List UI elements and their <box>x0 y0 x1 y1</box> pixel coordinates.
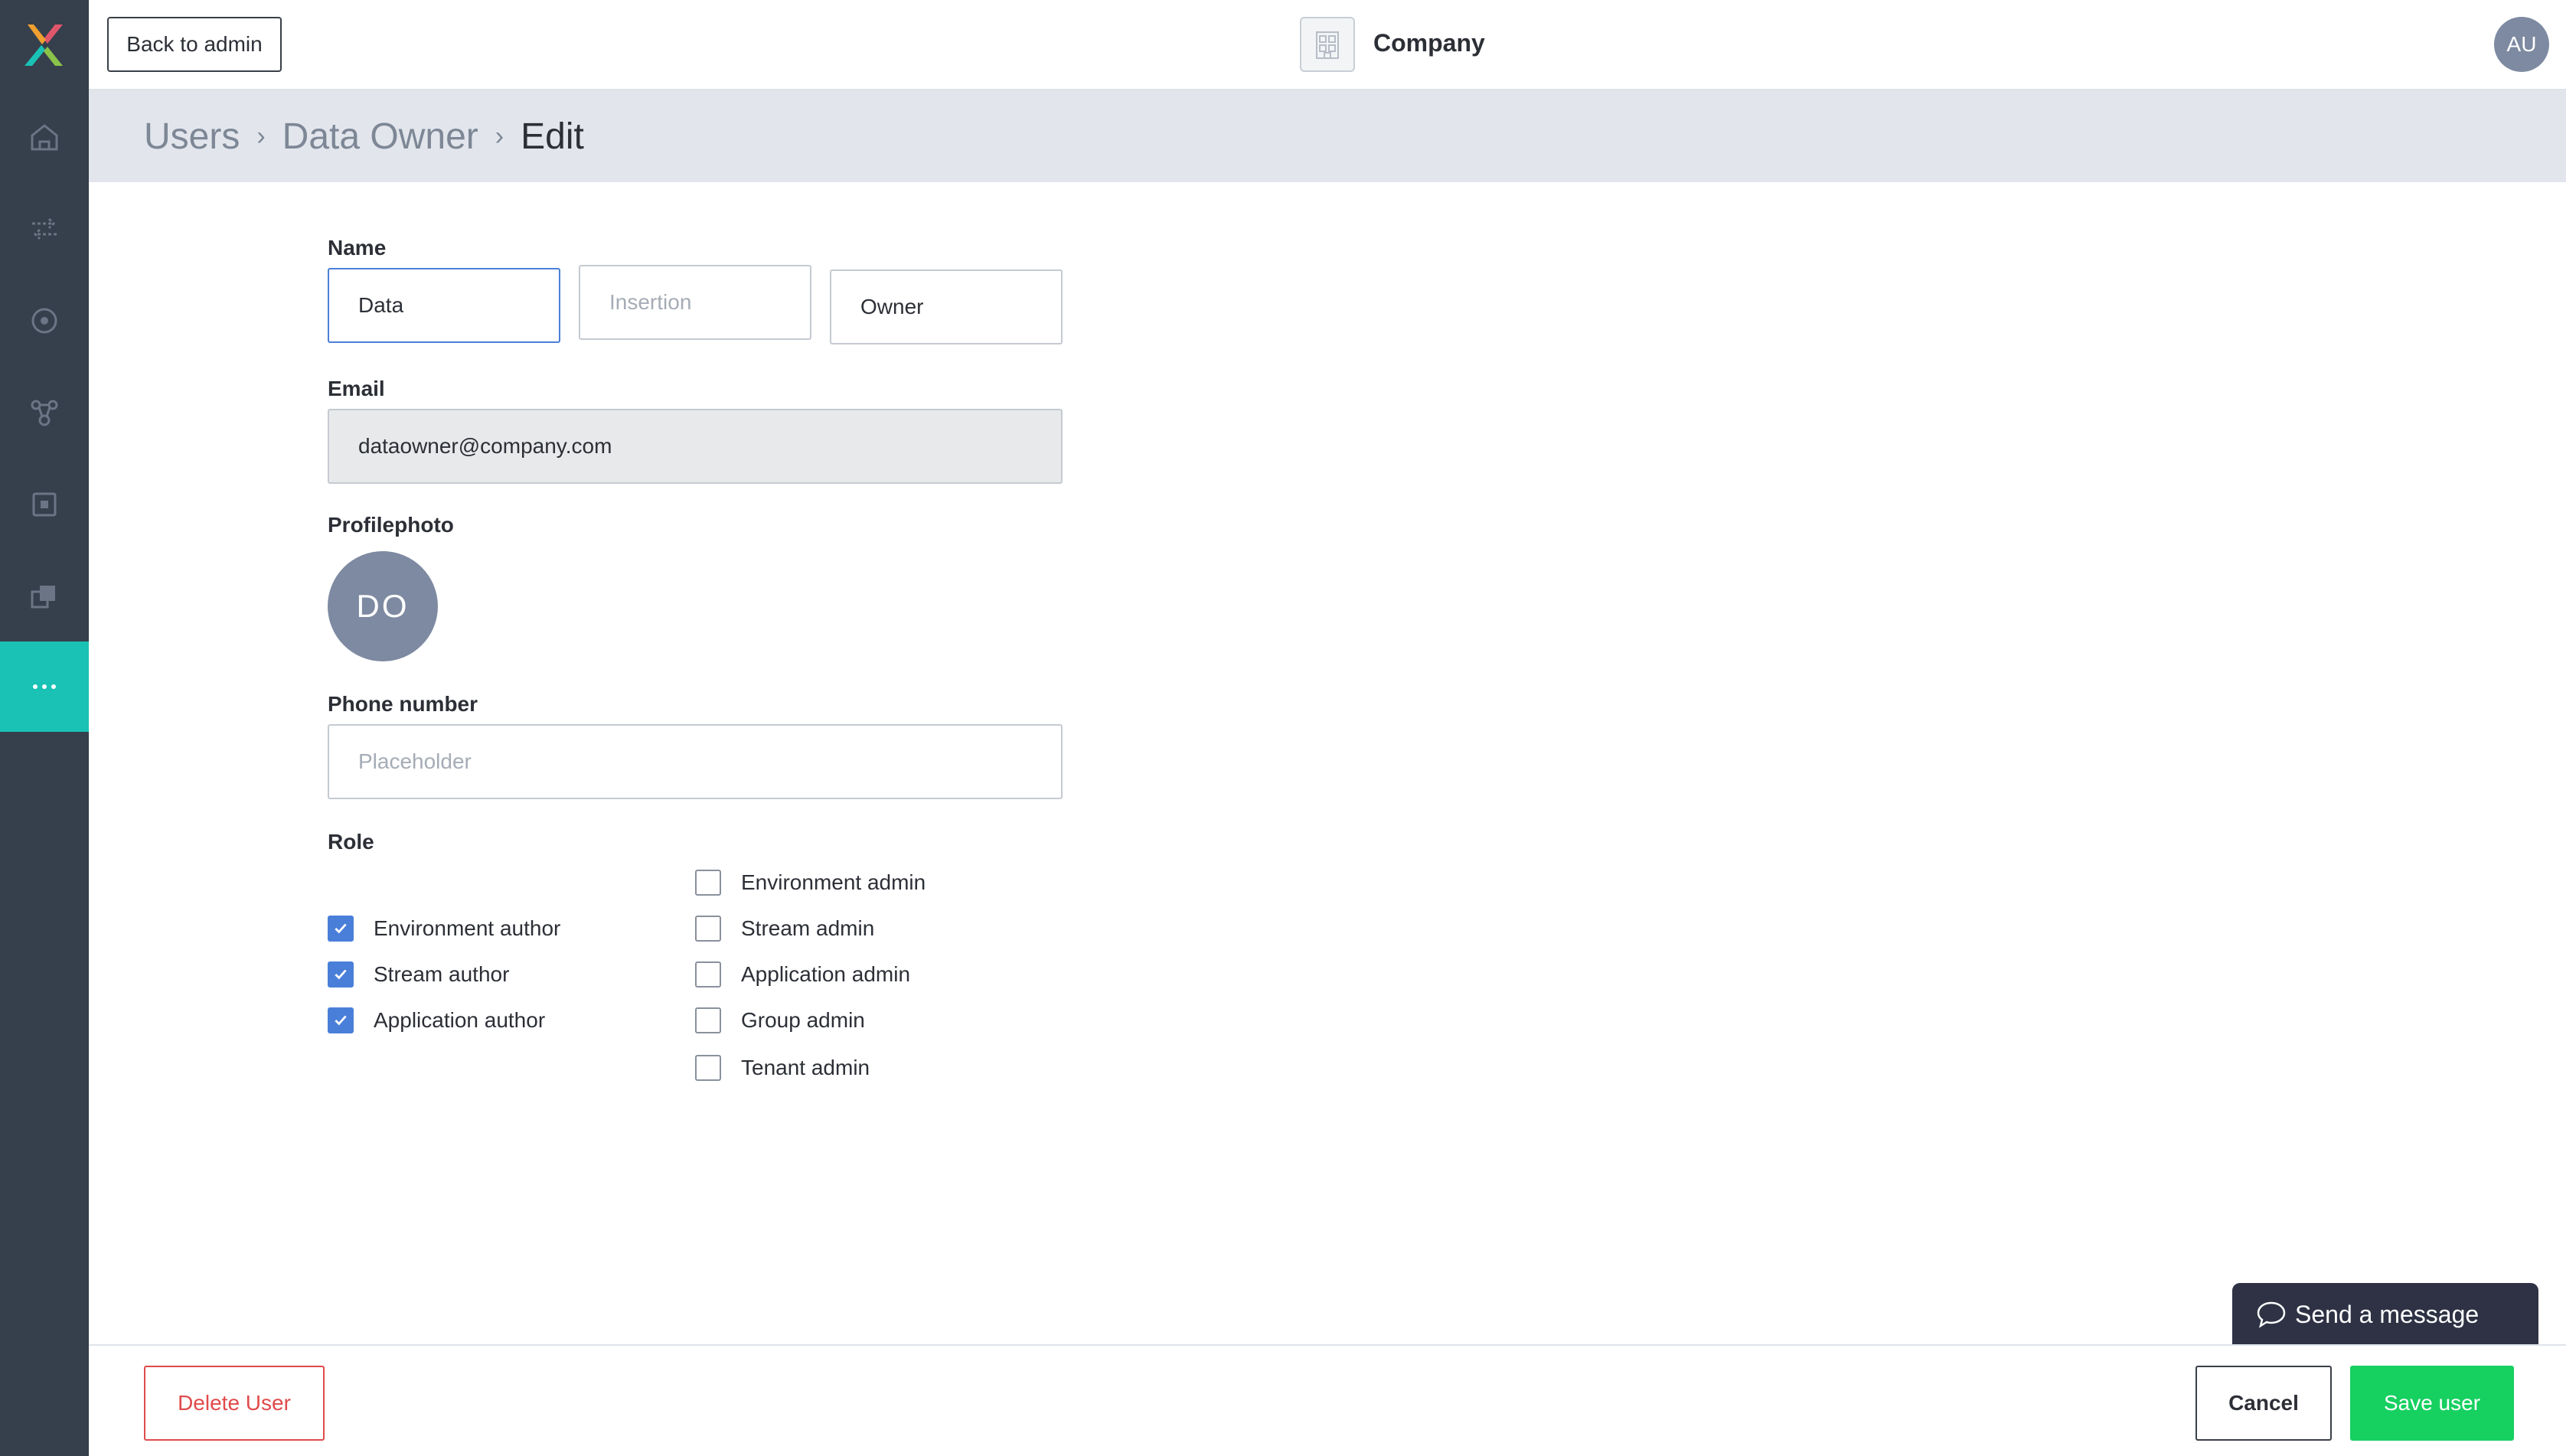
network-icon <box>31 400 58 426</box>
sidebar-item-more[interactable] <box>0 641 89 732</box>
role-stream-author[interactable]: Stream author <box>328 961 509 988</box>
sidebar-item-layers[interactable] <box>0 551 89 641</box>
role-label-text: Application author <box>374 1008 546 1032</box>
sidebar-item-square[interactable] <box>0 459 89 550</box>
breadcrumb-users[interactable]: Users <box>144 116 240 158</box>
name-label: Name <box>328 236 387 260</box>
save-user-button[interactable]: Save user <box>2350 1366 2514 1441</box>
cancel-button[interactable]: Cancel <box>2195 1366 2332 1441</box>
role-group-admin[interactable]: Group admin <box>695 1007 865 1033</box>
check-icon <box>335 969 347 980</box>
email-label: Email <box>328 377 385 400</box>
user-avatar[interactable]: AU <box>2494 17 2549 72</box>
checkbox-unchecked[interactable] <box>695 870 721 896</box>
role-label-text: Stream admin <box>741 916 875 940</box>
role-label: Role <box>328 830 374 854</box>
role-application-author[interactable]: Application author <box>328 1007 545 1033</box>
target-icon <box>31 308 57 334</box>
breadcrumb-data-owner[interactable]: Data Owner <box>282 116 478 158</box>
checkbox-unchecked[interactable] <box>695 961 721 988</box>
checkbox-checked[interactable] <box>328 961 354 988</box>
role-label-text: Environment admin <box>741 870 926 894</box>
layers-icon <box>31 586 55 609</box>
role-stream-admin[interactable]: Stream admin <box>695 916 874 942</box>
check-icon <box>335 1015 347 1026</box>
sidebar-item-transfer[interactable] <box>0 184 89 274</box>
profile-photo-avatar[interactable]: DO <box>328 551 438 661</box>
role-label-text: Application admin <box>741 962 911 986</box>
home-icon <box>31 124 58 151</box>
send-message-widget[interactable]: Send a message <box>2232 1283 2538 1346</box>
role-label-text: Stream author <box>374 962 510 986</box>
last-name-input[interactable]: Owner <box>830 269 1063 344</box>
sidebar <box>0 0 89 1456</box>
checkbox-unchecked[interactable] <box>695 1007 721 1033</box>
insertion-input[interactable]: Insertion <box>579 265 811 340</box>
breadcrumb: Users › Data Owner › Edit <box>89 90 2566 182</box>
checkbox-unchecked[interactable] <box>695 916 721 942</box>
sidebar-item-network[interactable] <box>0 367 89 458</box>
role-tenant-admin[interactable]: Tenant admin <box>695 1055 870 1081</box>
role-environment-author[interactable]: Environment author <box>328 916 560 942</box>
more-icon <box>33 684 56 689</box>
role-environment-admin[interactable]: Environment admin <box>695 870 926 896</box>
square-icon <box>32 492 57 517</box>
chevron-right-icon: › <box>495 121 504 151</box>
sidebar-item-target[interactable] <box>0 276 89 366</box>
delete-user-button[interactable]: Delete User <box>144 1366 325 1441</box>
role-label-text: Group admin <box>741 1008 865 1032</box>
app-logo[interactable] <box>18 20 69 70</box>
phone-input[interactable]: Placeholder <box>328 724 1063 799</box>
company-name[interactable]: Company <box>1373 29 1485 57</box>
checkbox-unchecked[interactable] <box>695 1055 721 1081</box>
chat-bubble-icon <box>2257 1301 2286 1328</box>
back-to-admin-button[interactable]: Back to admin <box>107 17 282 72</box>
top-bar: Back to admin Company AU <box>89 0 2566 90</box>
profile-photo-label: Profilephoto <box>328 513 454 537</box>
transfer-icon <box>32 217 57 240</box>
check-icon <box>335 923 347 934</box>
role-label-text: Tenant admin <box>741 1056 870 1079</box>
email-field: dataowner@company.com <box>328 409 1063 484</box>
send-message-label: Send a message <box>2295 1300 2479 1328</box>
breadcrumb-edit: Edit <box>521 116 584 157</box>
role-label-text: Environment author <box>374 916 561 940</box>
role-application-admin[interactable]: Application admin <box>695 961 910 988</box>
checkbox-checked[interactable] <box>328 916 354 942</box>
sidebar-item-home[interactable] <box>0 92 89 182</box>
chevron-right-icon: › <box>256 121 266 151</box>
checkbox-checked[interactable] <box>328 1007 354 1033</box>
footer-bar: Delete User Cancel Save user <box>89 1344 2566 1456</box>
phone-label: Phone number <box>328 692 478 716</box>
building-icon <box>1300 17 1355 72</box>
first-name-input[interactable]: Data <box>328 268 560 343</box>
